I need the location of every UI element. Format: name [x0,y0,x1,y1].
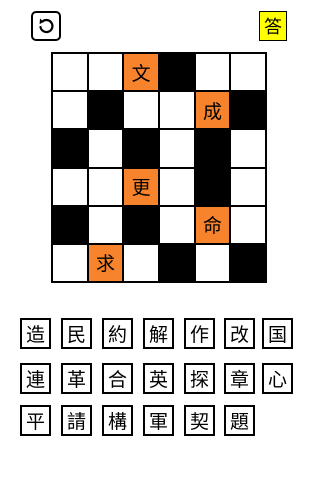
character-tile[interactable]: 作 [184,318,215,349]
board-cell-empty[interactable] [160,130,194,167]
board-cell-empty[interactable] [124,92,158,129]
board-cell-given: 文 [124,54,158,91]
board-cell-empty[interactable] [124,244,158,281]
character-tile[interactable]: 革 [61,363,92,394]
board-cell-empty[interactable] [231,168,265,205]
board-cell-blocked [124,130,158,167]
board-cell-empty[interactable] [160,92,194,129]
character-tile[interactable]: 契 [184,405,215,436]
character-tile[interactable]: 題 [224,405,255,436]
board-cell-given: 命 [195,206,230,243]
character-tile[interactable]: 造 [20,318,51,349]
character-tile[interactable]: 平 [20,405,51,436]
board-cell-empty[interactable] [195,54,230,91]
character-tile[interactable]: 解 [143,318,174,349]
board-cell-empty[interactable] [53,168,87,205]
board-cell-empty[interactable] [53,54,87,91]
board-cell-empty[interactable] [53,244,87,281]
board-cell-empty[interactable] [88,206,123,243]
board-cell-empty[interactable] [231,206,265,243]
character-tile[interactable]: 民 [61,318,92,349]
board-cell-empty[interactable] [88,130,123,167]
board-cell-empty[interactable] [88,168,123,205]
board-cell-blocked [160,54,194,91]
character-tile[interactable]: 探 [184,363,215,394]
board-cell-blocked [53,130,87,167]
undo-button[interactable] [31,11,61,41]
board-cell-empty[interactable] [88,54,123,91]
board-cell-blocked [124,206,158,243]
character-tile[interactable]: 約 [102,318,133,349]
character-tile[interactable]: 軍 [143,405,174,436]
character-tile[interactable]: 合 [102,363,133,394]
board-cell-given: 更 [124,168,158,205]
board-cell-blocked [195,130,230,167]
character-tile[interactable]: 改 [224,318,255,349]
board-cell-blocked [195,168,230,205]
board-cell-empty[interactable] [231,130,265,167]
puzzle-board: 文成更命求 [51,52,267,283]
board-cell-empty[interactable] [231,54,265,91]
board-cell-blocked [88,92,123,129]
undo-icon [39,18,54,34]
character-tile[interactable]: 連 [20,363,51,394]
board-cell-blocked [160,244,194,281]
board-cell-blocked [231,244,265,281]
answer-button[interactable]: 答 [259,11,287,41]
board-cell-empty[interactable] [195,244,230,281]
board-cell-given: 成 [195,92,230,129]
board-cell-empty[interactable] [160,206,194,243]
character-tile[interactable]: 英 [143,363,174,394]
character-tile[interactable]: 請 [61,405,92,436]
character-tile[interactable]: 国 [262,318,293,349]
board-cell-given: 求 [88,244,123,281]
board-cell-empty[interactable] [53,92,87,129]
board-cell-empty[interactable] [160,168,194,205]
character-tile[interactable]: 章 [224,363,255,394]
board-cell-blocked [53,206,87,243]
board-cell-blocked [231,92,265,129]
character-tile[interactable]: 心 [262,363,293,394]
character-tile[interactable]: 構 [102,405,133,436]
